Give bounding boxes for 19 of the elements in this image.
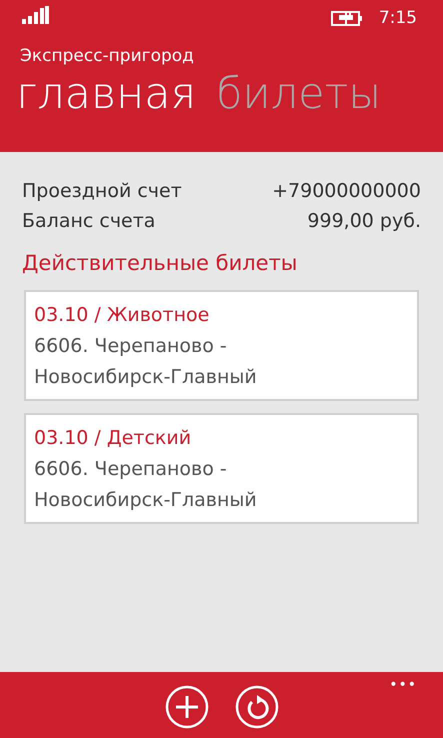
section-title: Действительные билеты [22,250,298,277]
ticket-title: 03.10 / Животное [34,302,210,328]
ticket-card[interactable]: 03.10 / Детский 6606. Черепаново - Новосибирск-Главный [24,412,419,524]
ticket-title: 03.10 / Детский [34,426,192,450]
pivot-tab[interactable]: главная [16,70,196,120]
clock: 7:15 [378,7,417,30]
battery-charging-icon [330,11,363,26]
account-label: Баланс счета [22,209,156,234]
account-value: +79000000000 [272,179,421,204]
signal-icon [22,6,49,24]
ticket-card[interactable]: 03.10 / Животное 6606. Черепаново - Новосибирск-Главный [24,290,419,400]
refresh-icon[interactable] [234,684,280,730]
account-label: Проездной счет [22,179,182,204]
ticket-route: 6606. Черепаново - Новосибирск-Главный [34,334,258,390]
app-title: Экспресс-пригород [19,45,195,66]
ticket-route: 6606. Черепаново - Новосибирск-Главный [34,456,258,512]
account-value: 999,00 руб. [307,209,421,234]
add-icon[interactable] [164,684,210,730]
more-button[interactable]: ••• [383,674,423,697]
